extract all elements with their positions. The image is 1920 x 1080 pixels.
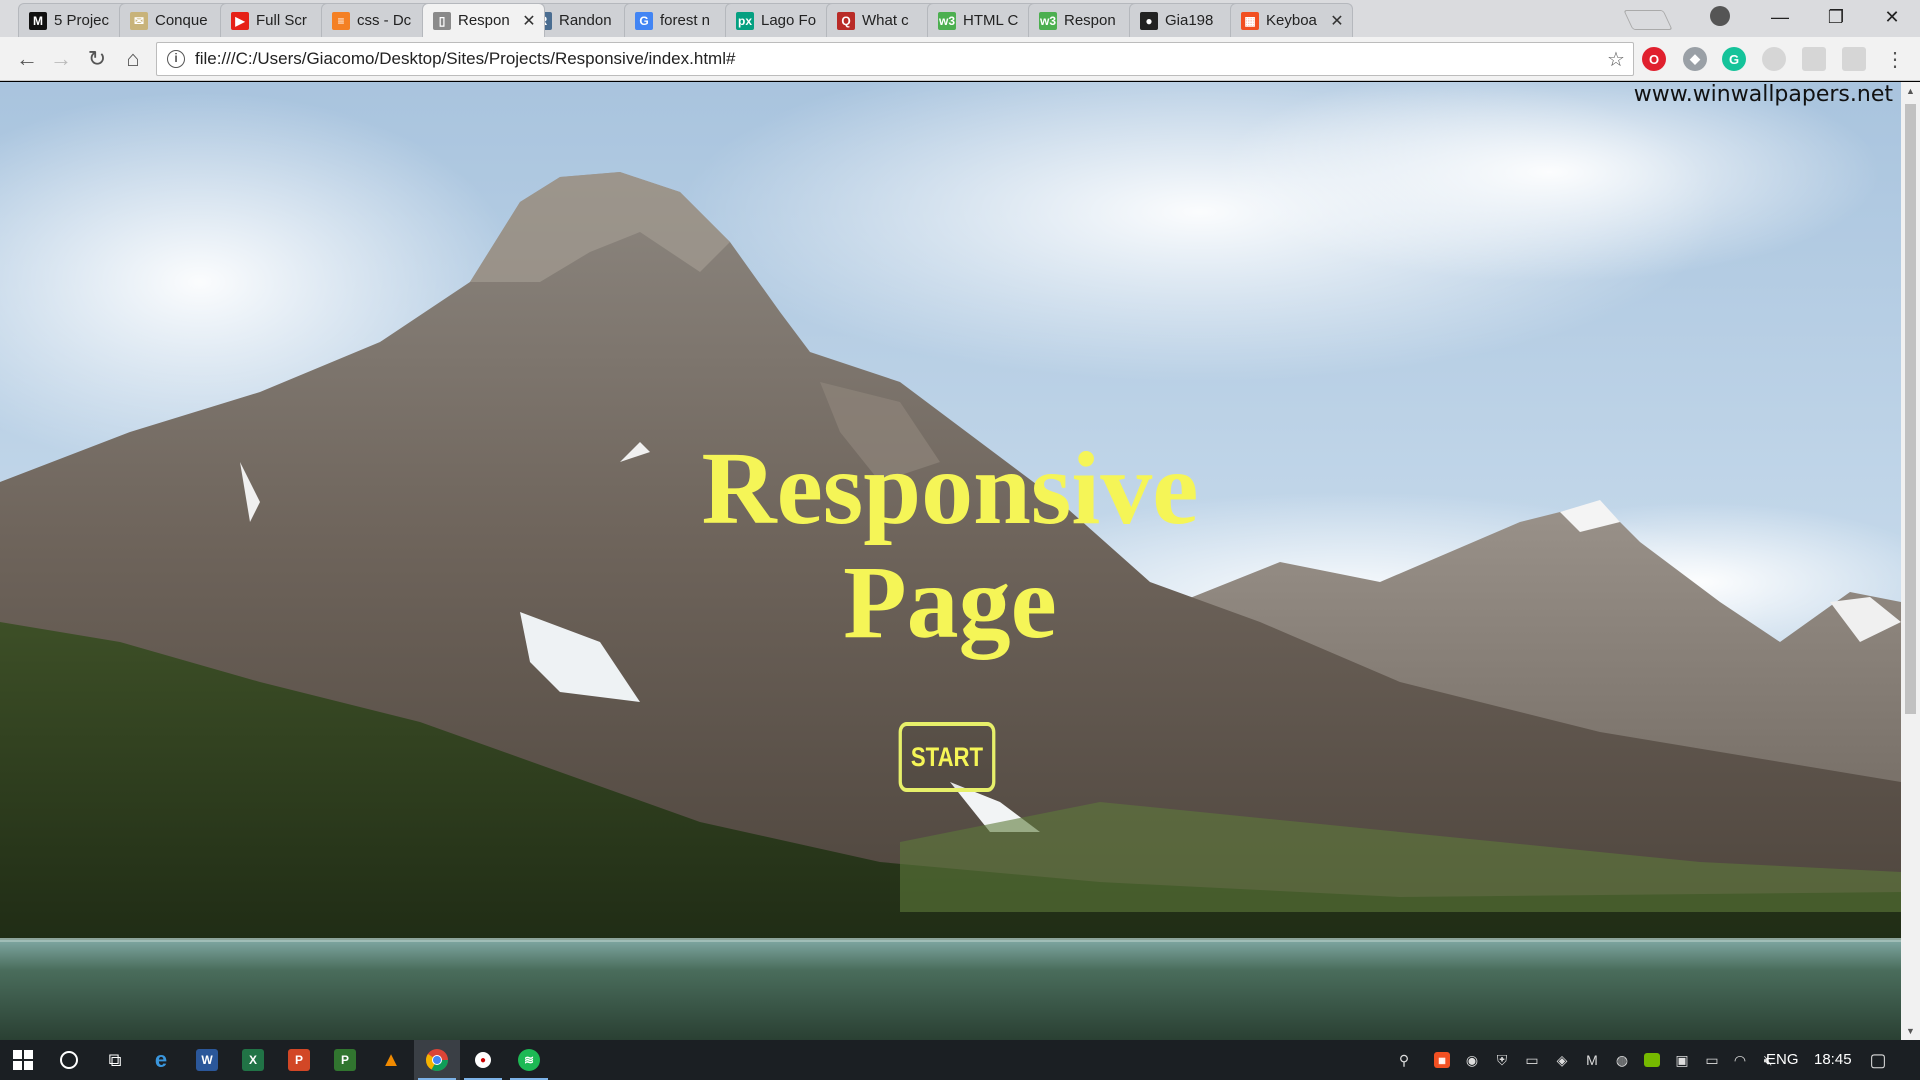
word-icon[interactable]: W	[184, 1040, 230, 1080]
project-icon[interactable]: P	[322, 1040, 368, 1080]
profile-icon[interactable]	[1710, 6, 1730, 26]
browser-tab[interactable]: ▦ Keyboa ✕	[1230, 3, 1353, 37]
microsoft-icon: ▦	[1241, 11, 1259, 30]
mail-icon: ✉	[130, 11, 148, 30]
opera-extension-icon[interactable]: O	[1642, 47, 1666, 71]
shield-extension-icon[interactable]: ◆	[1683, 47, 1707, 71]
clock[interactable]: 18:45	[1814, 1051, 1852, 1068]
w3schools-icon: w3	[938, 11, 956, 30]
tab-title: Randon	[559, 12, 612, 29]
defender-icon[interactable]: ⛨	[1492, 1050, 1512, 1070]
tab-title: Lago Fo	[761, 12, 817, 29]
tab-strip: M5 Projec✕✉Conque✕▶Full Scr✕≡css - Dc✕▯R…	[0, 0, 1920, 37]
heading-line-2: Page	[843, 545, 1057, 660]
browser-toolbar: ← → ↻ ⌂ i file:///C:/Users/Giacomo/Deskt…	[0, 37, 1920, 81]
windows-start-icon[interactable]	[0, 1040, 46, 1080]
nvidia-icon[interactable]	[1642, 1050, 1662, 1070]
chrome-tray-icon[interactable]: ◍	[1612, 1050, 1632, 1070]
youtube-icon: ▶	[231, 11, 249, 30]
heading-line-1: Responsive	[701, 431, 1199, 546]
tab-title: What c	[862, 12, 909, 29]
page-heading: Responsive Page	[650, 432, 1250, 660]
tab-title: 5 Projec	[54, 12, 110, 29]
chrome-icon[interactable]	[414, 1040, 460, 1080]
display-icon[interactable]: ▭	[1522, 1050, 1542, 1070]
tray-app-icon[interactable]: ◈	[1552, 1050, 1572, 1070]
task-view-icon[interactable]: ⧉	[92, 1040, 138, 1080]
browser-tab[interactable]: ▯ Respon ✕	[422, 3, 545, 37]
close-window-icon[interactable]: ✕	[1864, 0, 1920, 34]
language-indicator[interactable]: ENG	[1766, 1051, 1799, 1068]
maximize-icon[interactable]: ❐	[1808, 0, 1864, 34]
px-icon: px	[736, 11, 754, 30]
menu-icon[interactable]: ⋮	[1880, 45, 1910, 73]
site-info-icon[interactable]: i	[167, 50, 185, 68]
tab-title: Gia198	[1165, 12, 1214, 29]
edge-icon[interactable]: e	[138, 1040, 184, 1080]
home-icon[interactable]: ⌂	[118, 45, 148, 73]
spotify-icon[interactable]: ≋	[506, 1040, 552, 1080]
page-viewport: www.winwallpapers.net Responsive Page ST…	[0, 82, 1901, 1040]
tab-title: Respon	[458, 12, 510, 29]
powerpoint-icon[interactable]: P	[276, 1040, 322, 1080]
extension-icon[interactable]	[1762, 47, 1786, 71]
network-adapter-icon[interactable]: ▣	[1672, 1050, 1692, 1070]
tab-title: forest n	[660, 12, 711, 29]
scroll-up-icon[interactable]: ▲	[1901, 82, 1920, 100]
close-tab-icon[interactable]: ✕	[520, 11, 538, 31]
vlc-icon[interactable]: ▲	[368, 1040, 414, 1080]
malwarebytes-icon[interactable]: M	[1582, 1050, 1602, 1070]
app-icon[interactable]: ●	[460, 1040, 506, 1080]
forward-icon[interactable]: →	[46, 45, 76, 73]
back-icon[interactable]: ←	[12, 45, 42, 73]
watermark-text: www.winwallpapers.net	[1633, 82, 1893, 107]
google-icon: G	[635, 11, 653, 30]
github-icon: ●	[1140, 11, 1158, 30]
tab-title: Respon	[1064, 12, 1116, 29]
tab-title: Conque	[155, 12, 208, 29]
excel-icon[interactable]: X	[230, 1040, 276, 1080]
scrollbar-thumb[interactable]	[1905, 104, 1916, 714]
cortana-icon[interactable]	[46, 1040, 92, 1080]
steam-icon[interactable]: ◉	[1462, 1050, 1482, 1070]
minimize-icon[interactable]: —	[1752, 0, 1808, 34]
quora-icon: Q	[837, 11, 855, 30]
notifications-icon[interactable]: ▢	[1868, 1050, 1888, 1070]
extension-icon[interactable]	[1802, 47, 1826, 71]
scroll-down-icon[interactable]: ▼	[1901, 1022, 1920, 1040]
stackoverflow-icon: ≡	[332, 11, 350, 30]
document-icon: ▯	[433, 11, 451, 30]
store-icon[interactable]: ▦	[1432, 1050, 1452, 1070]
grammarly-extension-icon[interactable]: G	[1722, 47, 1746, 71]
windows-taskbar: ⧉ e W X P P ▲ ● ≋ ⚲ ▦ ◉ ⛨ ▭ ◈ M ◍ ▣ ▭ ◠ …	[0, 1040, 1920, 1080]
tab-title: Keyboa	[1266, 12, 1317, 29]
reload-icon[interactable]: ↻	[82, 45, 112, 73]
tab-title: HTML C	[963, 12, 1019, 29]
start-button[interactable]: START	[898, 722, 996, 792]
extension-icon[interactable]	[1842, 47, 1866, 71]
close-tab-icon[interactable]: ✕	[1328, 11, 1346, 31]
tab-title: css - Dc	[357, 12, 412, 29]
medium-icon: M	[29, 11, 47, 30]
battery-icon[interactable]: ▭	[1702, 1050, 1722, 1070]
people-icon[interactable]: ⚲	[1394, 1050, 1414, 1070]
bookmark-star-icon[interactable]: ☆	[1599, 47, 1633, 72]
wifi-icon[interactable]: ◠	[1730, 1050, 1750, 1070]
url-text[interactable]: file:///C:/Users/Giacomo/Desktop/Sites/P…	[195, 49, 1599, 69]
new-tab-button[interactable]	[1623, 10, 1673, 30]
tab-title: Full Scr	[256, 12, 307, 29]
address-bar[interactable]: i file:///C:/Users/Giacomo/Desktop/Sites…	[156, 42, 1634, 76]
vertical-scrollbar[interactable]: ▲ ▼	[1901, 82, 1920, 1040]
w3schools-icon: w3	[1039, 11, 1057, 30]
